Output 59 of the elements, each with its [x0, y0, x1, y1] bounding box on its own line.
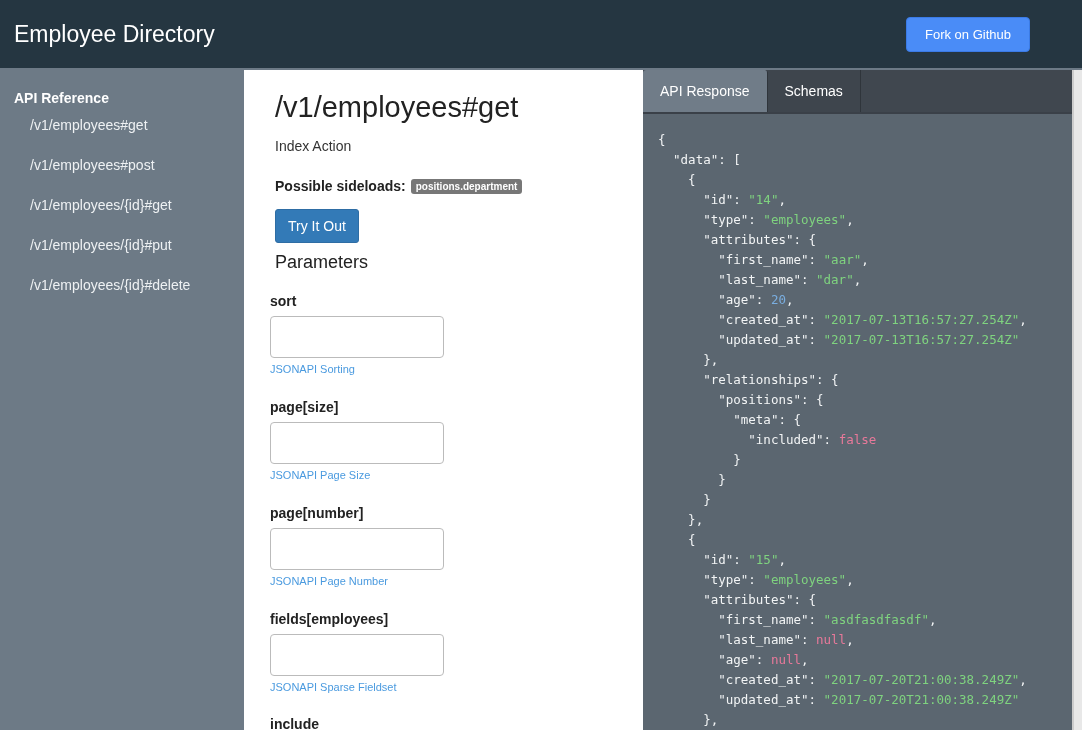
parameter-help-link[interactable]: JSONAPI Sparse Fieldset	[270, 681, 397, 693]
parameter-help-link[interactable]: JSONAPI Sorting	[270, 363, 355, 375]
parameter-label: fields[employees]	[270, 611, 389, 627]
code-line: {	[658, 131, 666, 149]
code-line: "relationships": {	[702, 371, 839, 389]
sidebar-link[interactable]: /v1/employees/{id}#put	[14, 225, 230, 265]
code-line: "updated_at": "2017-07-20T21:00:38.249Z"	[717, 691, 1020, 709]
code-line: "created_at": "2017-07-20T21:00:38.249Z",	[717, 671, 1027, 689]
code-line: }	[732, 451, 741, 469]
code-line: {	[687, 531, 696, 549]
code-line: "type": "employees",	[702, 571, 854, 589]
code-line: "age": null,	[717, 651, 809, 669]
sidebar-link[interactable]: /v1/employees/{id}#delete	[14, 265, 230, 305]
code-line: {	[687, 171, 696, 189]
tab[interactable]: API Response	[643, 70, 768, 112]
sideloads-label: Possible sideloads:	[275, 178, 406, 194]
parameter-input[interactable]	[270, 528, 444, 570]
code-line: "updated_at": "2017-07-13T16:57:27.254Z"	[717, 331, 1020, 349]
code-line: "id": "15",	[702, 551, 786, 569]
code-line: "id": "14",	[702, 191, 786, 209]
code-line: "first_name": "aar",	[717, 251, 869, 269]
code-line: },	[687, 511, 704, 529]
code-line: "attributes": {	[702, 591, 817, 609]
sidebar-link[interactable]: /v1/employees/{id}#get	[14, 185, 230, 225]
scrollbar[interactable]	[1072, 70, 1082, 730]
sideload-tag: positions.department	[410, 178, 523, 194]
parameter-label: page[number]	[270, 505, 364, 521]
code-line: "last_name": "dar",	[717, 271, 862, 289]
endpoint-title: /v1/employees#get	[275, 91, 520, 124]
code-line: "data": [	[672, 151, 741, 169]
parameter-help-link[interactable]: JSONAPI Page Number	[270, 575, 388, 587]
parameter-input[interactable]	[270, 422, 444, 464]
code-line: "positions": {	[717, 391, 824, 409]
code-line: "created_at": "2017-07-13T16:57:27.254Z",	[717, 311, 1027, 329]
parameter-label: page[size]	[270, 399, 339, 415]
sidebar-heading: API Reference	[14, 90, 110, 106]
code-line: "first_name": "asdfasdfasdf",	[717, 611, 937, 629]
try-it-out-button[interactable]: Try It Out	[275, 209, 359, 243]
code-line: },	[702, 351, 719, 369]
code-line: "included": false	[747, 431, 877, 449]
parameters-heading: Parameters	[275, 252, 370, 273]
code-line: }	[717, 471, 726, 489]
code-line: "age": 20,	[717, 291, 794, 309]
endpoint-description: Index Action	[275, 138, 353, 154]
code-line: "meta": {	[732, 411, 801, 429]
parameter-input[interactable]	[270, 316, 444, 358]
code-line: "type": "employees",	[702, 211, 854, 229]
parameter-input[interactable]	[270, 634, 444, 676]
code-line: "attributes": {	[702, 231, 817, 249]
sidebar-link[interactable]: /v1/employees#get	[14, 105, 230, 145]
fork-button[interactable]: Fork on Github	[906, 16, 1030, 52]
sidebar-link[interactable]: /v1/employees#post	[14, 145, 230, 185]
parameter-help-link[interactable]: JSONAPI Page Size	[270, 469, 371, 481]
code-line: }	[702, 491, 711, 509]
parameter-label: sort	[270, 293, 297, 309]
app-title: Employee Directory	[14, 20, 215, 48]
code-line: },	[702, 711, 719, 729]
code-line: "last_name": null,	[717, 631, 854, 649]
parameter-label: include	[270, 717, 319, 730]
